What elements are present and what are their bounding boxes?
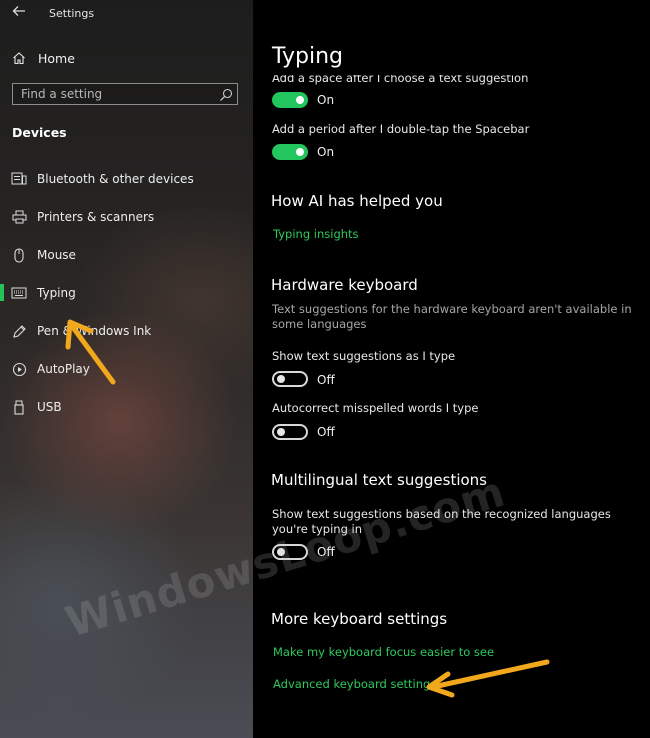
printer-icon — [11, 209, 27, 225]
back-arrow-icon[interactable] — [12, 4, 28, 22]
keyboard-focus-link[interactable]: Make my keyboard focus easier to see — [273, 645, 494, 659]
toggle-multilingual[interactable] — [272, 544, 308, 560]
sidebar-item-label: USB — [37, 400, 62, 414]
sidebar-item-label: AutoPlay — [37, 362, 90, 376]
toggle-show-suggestions[interactable] — [272, 371, 308, 387]
heading-hardware-keyboard: Hardware keyboard — [271, 276, 418, 294]
sidebar-item-pen[interactable]: Pen & Windows Ink — [0, 315, 253, 347]
heading-multilingual: Multilingual text suggestions — [271, 471, 487, 489]
sidebar: Settings Home Devices Bluetooth & other … — [0, 0, 253, 738]
hardware-description: Text suggestions for the hardware keyboa… — [272, 302, 632, 331]
page-title: Typing — [272, 44, 344, 69]
bluetooth-devices-icon — [11, 171, 27, 187]
keyboard-icon — [11, 285, 27, 301]
toggle-add-space[interactable] — [272, 92, 308, 108]
sidebar-item-label: Bluetooth & other devices — [37, 172, 194, 186]
sidebar-item-bluetooth[interactable]: Bluetooth & other devices — [0, 163, 253, 195]
heading-ai: How AI has helped you — [271, 192, 443, 210]
toggle-state-label: On — [317, 145, 335, 159]
search-input[interactable] — [21, 84, 211, 104]
selected-indicator — [0, 284, 4, 301]
toggle-state-label: Off — [317, 425, 335, 439]
mouse-icon — [11, 247, 27, 263]
setting-label-add-space: Add a space after I choose a text sugges… — [272, 75, 529, 85]
typing-insights-link[interactable]: Typing insights — [273, 227, 359, 241]
sidebar-item-printers[interactable]: Printers & scanners — [0, 201, 253, 233]
section-title-devices: Devices — [12, 125, 67, 140]
setting-label-show-suggestions: Show text suggestions as I type — [272, 349, 456, 363]
home-label: Home — [38, 50, 75, 66]
sidebar-item-mouse[interactable]: Mouse — [0, 239, 253, 271]
toggle-autocorrect[interactable] — [272, 424, 308, 440]
search-icon[interactable] — [219, 87, 233, 101]
sidebar-item-label: Typing — [37, 286, 76, 300]
autoplay-icon — [11, 361, 27, 377]
advanced-keyboard-settings-link[interactable]: Advanced keyboard settings — [273, 677, 436, 691]
sidebar-item-typing[interactable]: Typing — [0, 277, 253, 309]
sidebar-item-label: Mouse — [37, 248, 76, 262]
usb-icon — [11, 399, 27, 415]
sidebar-item-label: Printers & scanners — [37, 210, 155, 224]
sidebar-item-label: Pen & Windows Ink — [37, 324, 152, 338]
toggle-state-label: Off — [317, 545, 335, 559]
heading-more-keyboard: More keyboard settings — [271, 610, 448, 628]
app-title: Settings — [49, 7, 95, 20]
setting-label-multilingual: Show text suggestions based on the recog… — [272, 507, 611, 536]
main-content: Typing Add a space after I choose a text… — [253, 0, 650, 738]
home-icon — [12, 50, 26, 69]
nav-home[interactable]: Home — [12, 48, 242, 68]
sidebar-item-usb[interactable]: USB — [0, 391, 253, 423]
toggle-state-label: On — [317, 93, 335, 107]
search-box[interactable] — [12, 83, 238, 105]
toggle-add-period[interactable] — [272, 144, 308, 160]
setting-label-add-period: Add a period after I double-tap the Spac… — [272, 122, 530, 136]
sidebar-item-autoplay[interactable]: AutoPlay — [0, 353, 253, 385]
toggle-state-label: Off — [317, 373, 335, 387]
setting-label-autocorrect: Autocorrect misspelled words I type — [272, 401, 479, 415]
pen-icon — [11, 323, 27, 339]
